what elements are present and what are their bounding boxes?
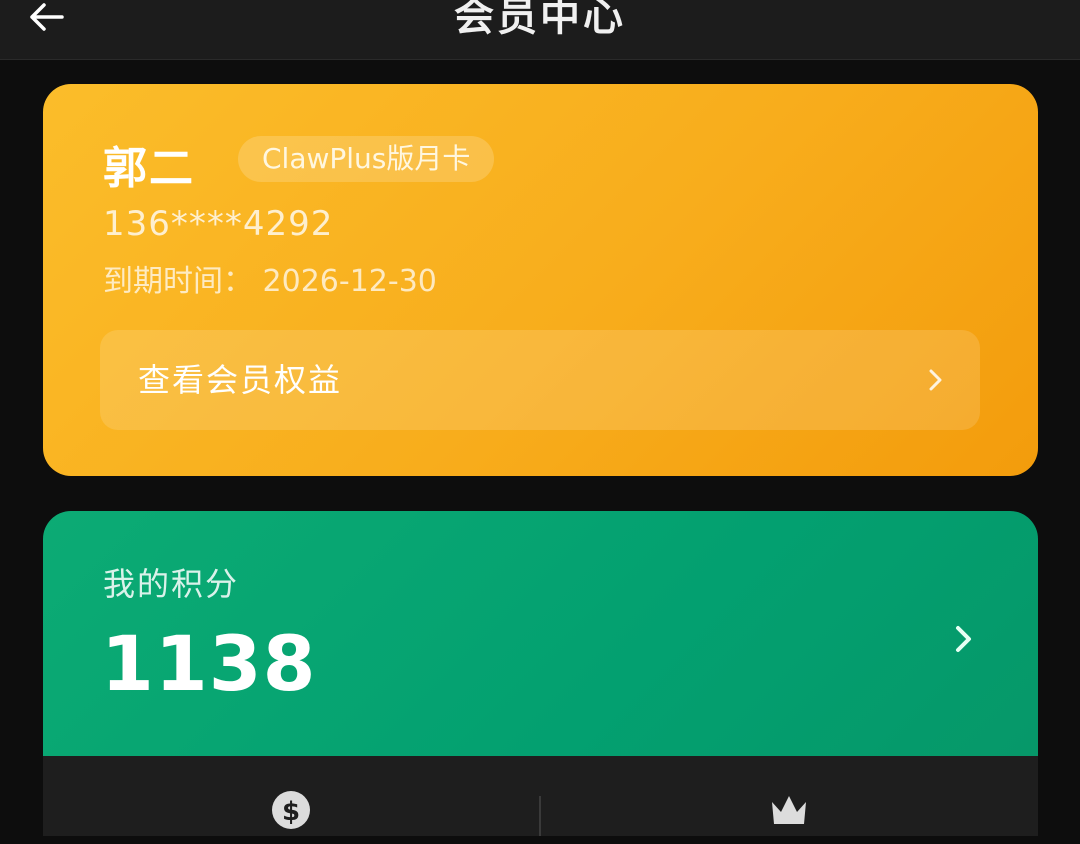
chevron-right-icon — [929, 369, 942, 391]
member-phone: 136****4292 — [103, 204, 334, 244]
points-card[interactable]: 我的积分 1138 — [43, 511, 1038, 756]
crown-icon — [772, 796, 806, 824]
member-card: 郭二 ClawPlus版月卡 136****4292 到期时间： 2026-12… — [43, 84, 1038, 476]
member-name: 郭二 — [103, 143, 195, 194]
view-benefits-button[interactable]: 查看会员权益 — [100, 330, 980, 430]
points-label: 我的积分 — [103, 565, 240, 603]
expiry-date: 到期时间： 2026-12-30 — [103, 264, 437, 299]
view-benefits-label: 查看会员权益 — [138, 361, 343, 399]
points-value: 1138 — [101, 619, 317, 708]
svg-text:$: $ — [282, 797, 300, 827]
membership-badge: ClawPlus版月卡 — [238, 136, 495, 182]
page-title: 会员中心 — [454, 0, 626, 40]
coin-action[interactable]: $ — [261, 790, 321, 840]
dollar-coin-icon: $ — [272, 791, 310, 829]
crown-action[interactable] — [759, 790, 819, 840]
top-bar: 会员中心 — [0, 0, 1080, 60]
points-actions-bar: $ — [43, 756, 1038, 836]
chevron-right-icon — [956, 626, 971, 652]
actions-divider — [539, 796, 541, 836]
